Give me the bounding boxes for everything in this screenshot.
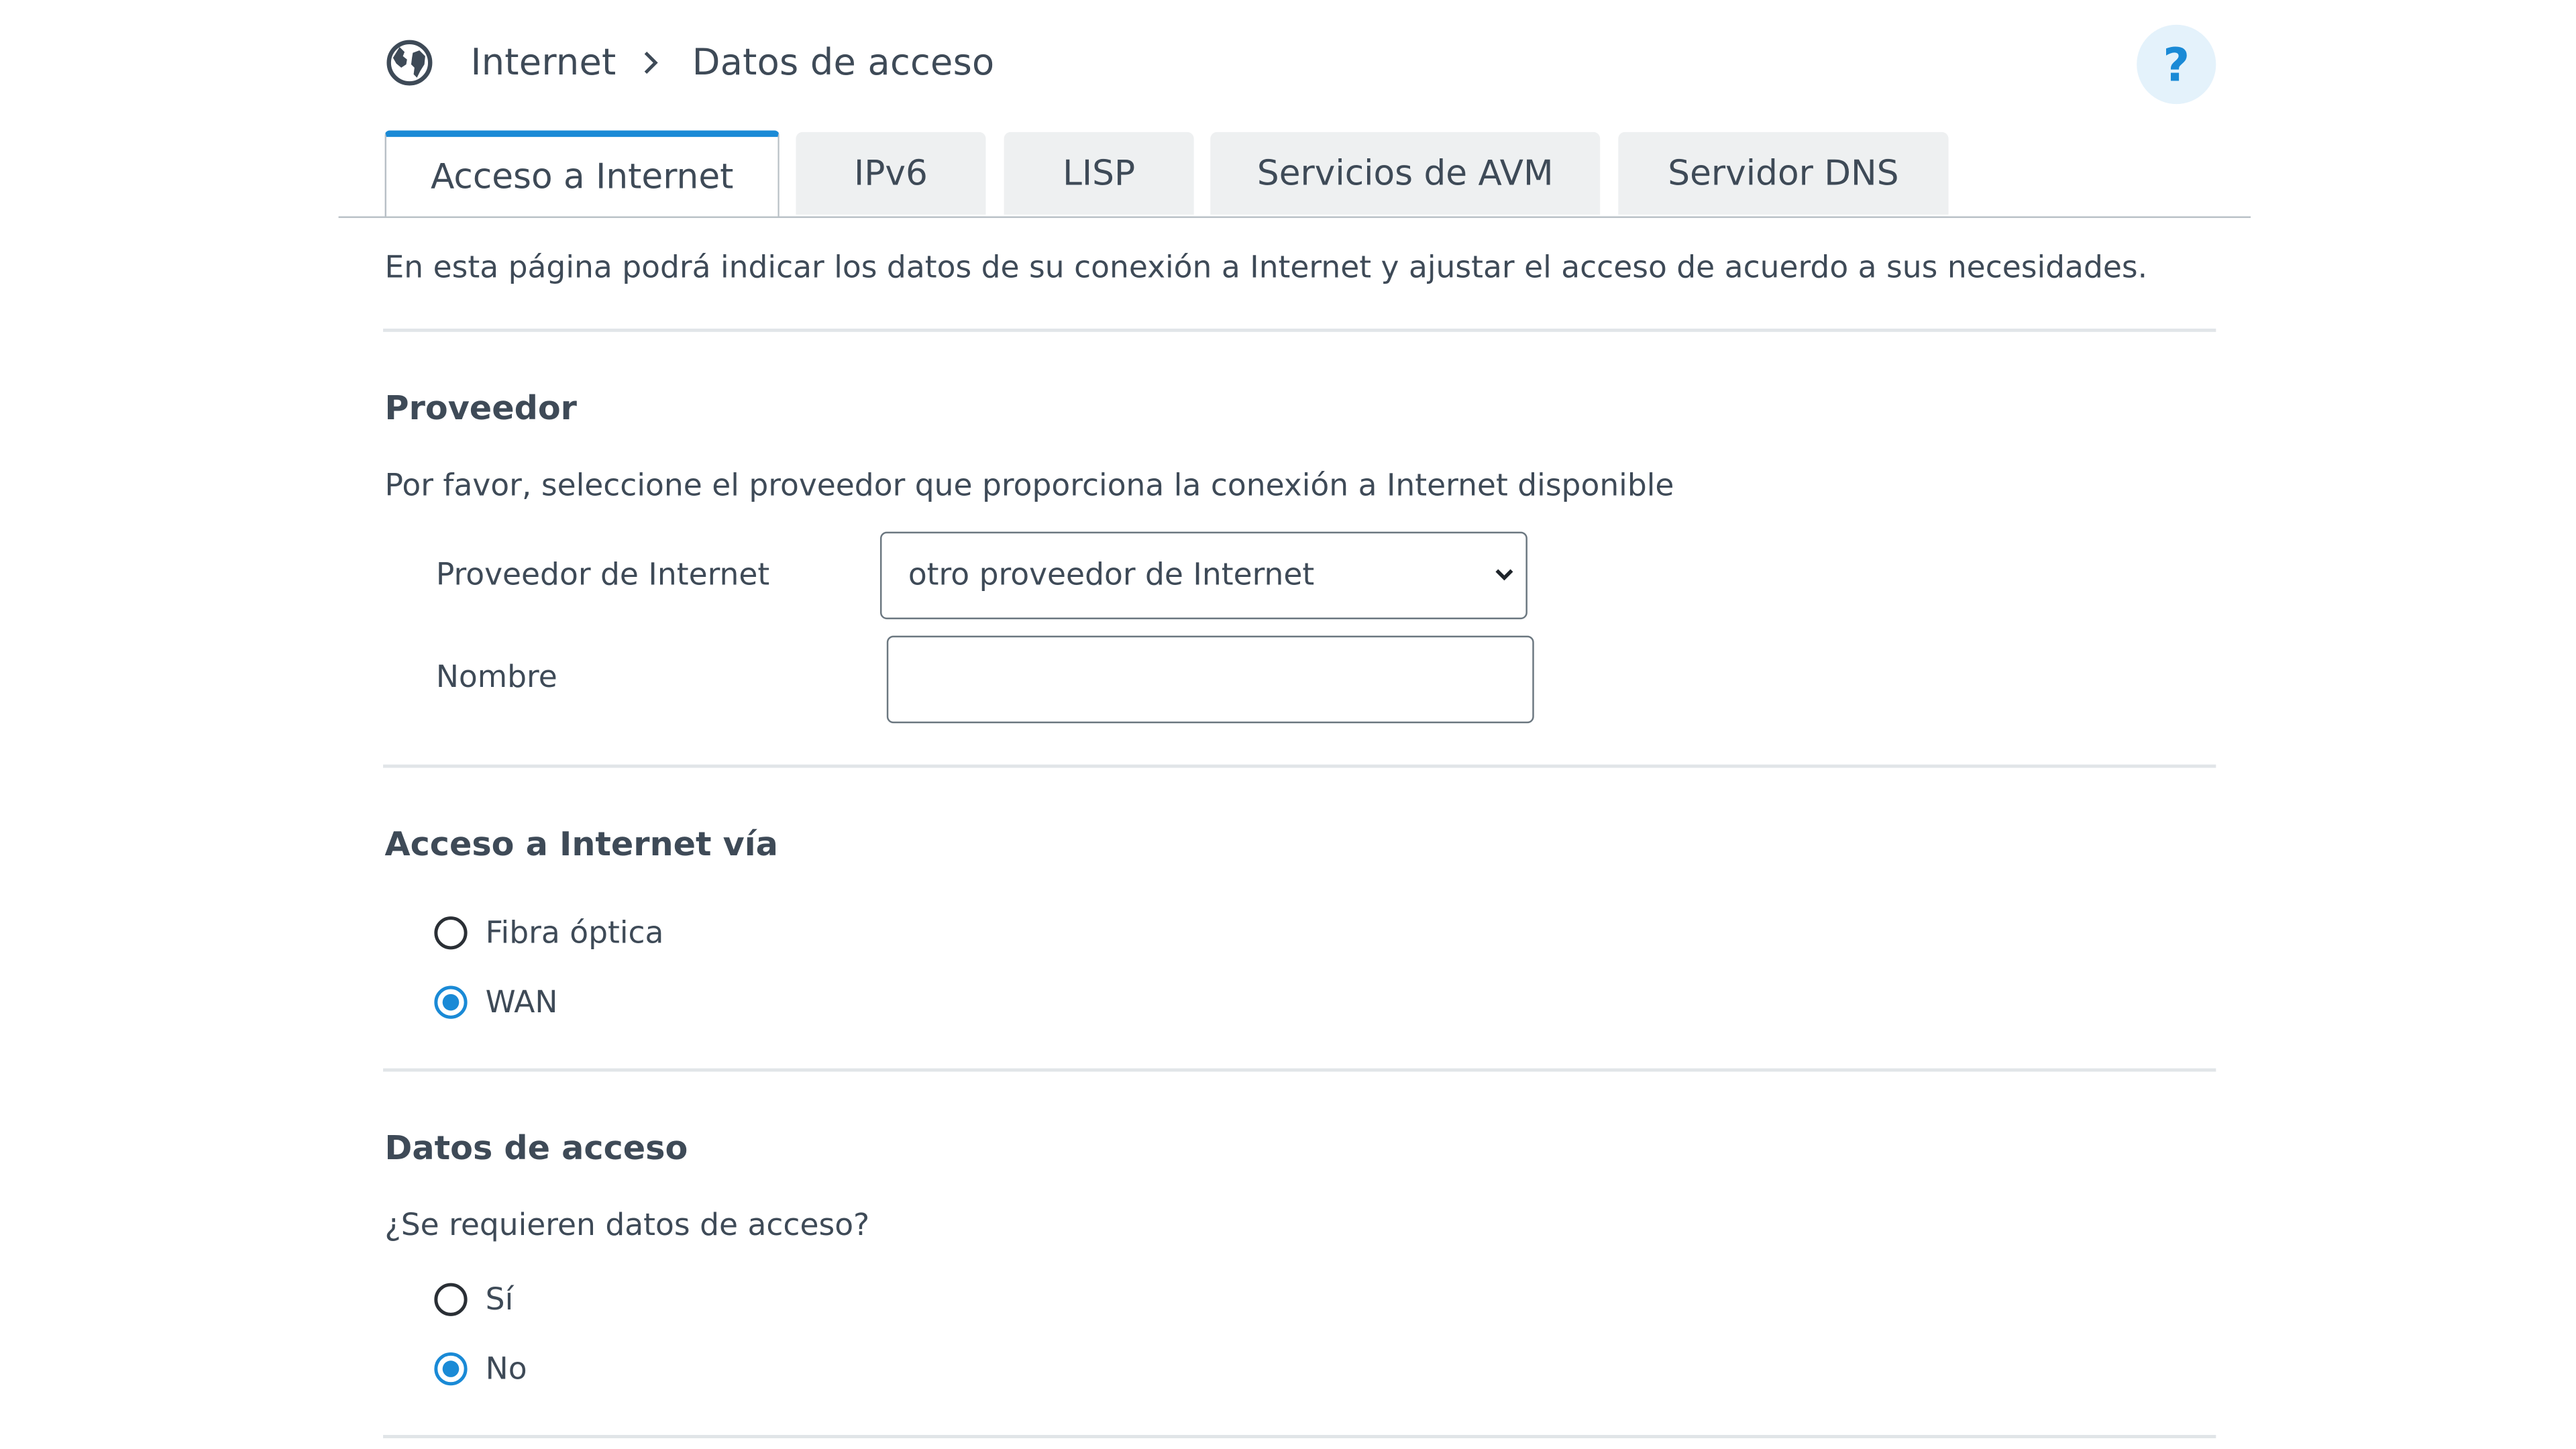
radio-wan[interactable]: WAN — [434, 981, 557, 1024]
breadcrumb-current: Datos de acceso — [692, 42, 995, 84]
provider-select-value: otro proveedor de Internet — [908, 557, 1315, 593]
tab-servidor-dns[interactable]: Servidor DNS — [1618, 131, 1949, 215]
globe-icon — [385, 38, 435, 88]
page-intro: En esta página podrá indicar los datos d… — [384, 251, 2148, 286]
radio-button[interactable] — [434, 1283, 468, 1316]
breadcrumb-internet-link[interactable]: Internet — [471, 42, 616, 84]
tab-label: Servidor DNS — [1668, 153, 1899, 193]
help-button[interactable]: ? — [2137, 24, 2216, 105]
credentials-question: ¿Se requieren datos de acceso? — [384, 1208, 870, 1244]
divider — [383, 1068, 2216, 1072]
radio-no[interactable]: No — [434, 1348, 527, 1391]
tab-ipv6[interactable]: IPv6 — [796, 131, 986, 215]
radio-button[interactable] — [434, 985, 468, 1019]
divider — [383, 764, 2216, 768]
name-input[interactable] — [886, 635, 1534, 724]
provider-select[interactable]: otro proveedor de Internet — [879, 531, 1527, 620]
tab-servicios-de-avm[interactable]: Servicios de AVM — [1210, 131, 1601, 215]
tab-acceso-a-internet[interactable]: Acceso a Internet — [384, 130, 780, 217]
tab-label: LISP — [1063, 153, 1136, 193]
radio-si[interactable]: Sí — [434, 1278, 513, 1321]
radio-label: No — [485, 1351, 527, 1387]
app-root: Internet Datos de acceso ? Acceso a Inte… — [0, 0, 2576, 1448]
radio-fibra-optica[interactable]: Fibra óptica — [434, 912, 663, 955]
chevron-right-icon — [643, 50, 659, 76]
name-field-label: Nombre — [435, 660, 557, 696]
radio-label: Fibra óptica — [485, 915, 664, 951]
divider — [383, 1435, 2216, 1438]
help-icon: ? — [2163, 37, 2190, 92]
chevron-down-icon — [1495, 569, 1513, 581]
section-title-proveedor: Proveedor — [384, 388, 577, 428]
tab-label: Acceso a Internet — [430, 156, 734, 197]
radio-label: WAN — [485, 985, 558, 1020]
provider-description: Por favor, seleccione el proveedor que p… — [384, 469, 1674, 504]
radio-button[interactable] — [434, 1352, 468, 1386]
section-title-datos-de-acceso: Datos de acceso — [384, 1128, 688, 1168]
tab-label: Servicios de AVM — [1256, 153, 1554, 193]
breadcrumb: Internet Datos de acceso — [385, 36, 995, 89]
divider — [383, 328, 2216, 332]
tab-label: IPv6 — [854, 153, 928, 193]
radio-label: Sí — [485, 1282, 514, 1318]
tab-bar: Acceso a Internet IPv6 LISP Servicios de… — [338, 130, 2251, 218]
radio-button[interactable] — [434, 916, 468, 950]
tab-lisp[interactable]: LISP — [1004, 131, 1194, 215]
provider-field-label: Proveedor de Internet — [435, 557, 770, 593]
section-title-acceso-via: Acceso a Internet vía — [384, 824, 778, 864]
